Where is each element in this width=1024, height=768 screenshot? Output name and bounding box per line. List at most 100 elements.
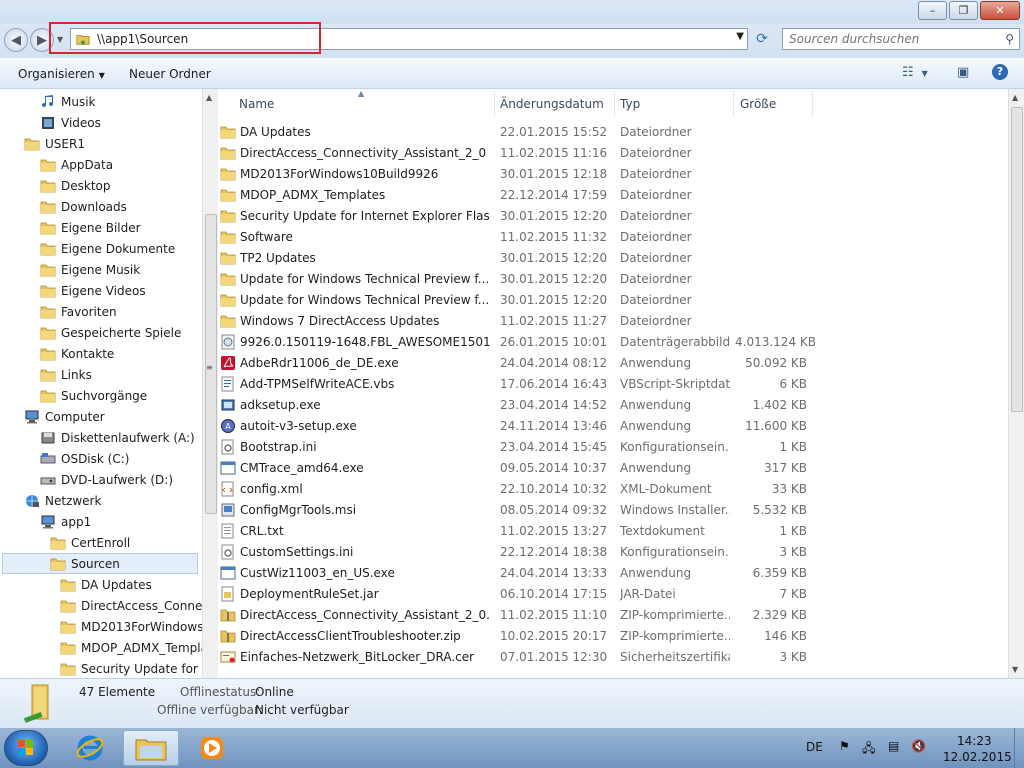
refresh-button[interactable]: ⟳ [751, 28, 773, 50]
file-type: Datenträgerabbild... [620, 335, 730, 349]
file-row[interactable]: CRL.txt 11.02.2015 13:27 Textdokument 1 KB [218, 521, 1008, 542]
organize-button[interactable]: Organisieren ▼ [18, 67, 105, 81]
show-desktop-button[interactable] [1014, 728, 1024, 768]
column-header-type[interactable]: Typ [620, 97, 640, 117]
scroll-up-icon[interactable]: ▲ [1012, 93, 1018, 102]
file-list-scroll-thumb[interactable] [1011, 107, 1023, 412]
search-icon[interactable]: ⚲ [1005, 32, 1014, 46]
navigation-scrollbar[interactable]: ▲ ≡ [202, 89, 218, 678]
file-row[interactable]: config.xml 22.10.2014 10:32 XML-Dokument 33… [218, 479, 1008, 500]
column-divider[interactable] [494, 91, 495, 117]
nav-item[interactable]: Eigene Bilder [40, 217, 141, 238]
scroll-down-icon[interactable]: ▼ [1012, 665, 1018, 674]
nav-item[interactable]: Security Update for Inte [60, 658, 202, 678]
taskbar-explorer[interactable] [123, 730, 179, 766]
nav-item[interactable]: Suchvorgänge [40, 385, 147, 406]
nav-item[interactable]: Videos [40, 112, 101, 133]
volume-muted-icon[interactable]: 🔇 [911, 739, 926, 753]
nav-item[interactable]: Favoriten [40, 301, 117, 322]
file-row[interactable]: Aautoit-v3-setup.exe 24.11.2014 13:46 Anwe… [218, 416, 1008, 437]
file-row[interactable]: Update for Windows Technical Preview f..… [218, 290, 1008, 311]
language-indicator[interactable]: DE [806, 740, 823, 754]
preview-pane-button[interactable]: ▣ [957, 65, 969, 80]
file-row[interactable]: MD2013ForWindows10Build9926 30.01.2015 12… [218, 164, 1008, 185]
nav-item-label: Eigene Bilder [61, 220, 141, 235]
file-row[interactable]: Update for Windows Technical Preview f..… [218, 269, 1008, 290]
file-row[interactable]: AdbeRdr11006_de_DE.exe 24.04.2014 08:12 An… [218, 353, 1008, 374]
file-row[interactable]: Add-TPMSelfWriteACE.vbs 17.06.2014 16:43 V… [218, 374, 1008, 395]
nav-item-label: DirectAccess_Connecti [81, 598, 202, 613]
file-row[interactable]: CustomSettings.ini 22.12.2014 18:38 Konfig… [218, 542, 1008, 563]
file-row[interactable]: Einfaches-Netzwerk_BitLocker_DRA.cer 07.0… [218, 647, 1008, 668]
start-button[interactable] [4, 730, 48, 766]
nav-item[interactable]: MDOP_ADMX_Templat [60, 637, 202, 658]
search-input[interactable] [789, 32, 989, 46]
nav-item[interactable]: OSDisk (C:) [40, 448, 129, 469]
file-row[interactable]: Security Update for Internet Explorer Fl… [218, 206, 1008, 227]
file-row[interactable]: DA Updates 22.01.2015 15:52 Dateiordner [218, 122, 1008, 143]
nav-item[interactable]: CertEnroll [50, 532, 130, 553]
back-button[interactable]: ◀ [4, 28, 28, 52]
scroll-up-icon[interactable]: ▲ [206, 93, 212, 102]
nav-item[interactable]: Kontakte [40, 343, 114, 364]
file-row[interactable]: adksetup.exe 23.04.2014 14:52 Anwendung 1.4… [218, 395, 1008, 416]
column-divider[interactable] [812, 91, 813, 117]
nav-item[interactable]: Eigene Musik [40, 259, 140, 280]
nav-item[interactable]: Musik [40, 91, 96, 112]
file-row[interactable]: MDOP_ADMX_Templates 22.12.2014 17:59 Datei… [218, 185, 1008, 206]
file-row[interactable]: 9926.0.150119-1648.FBL_AWESOME1501_... 26… [218, 332, 1008, 353]
nav-item[interactable]: Eigene Dokumente [40, 238, 175, 259]
column-header-name[interactable]: Name [239, 97, 274, 117]
file-type: Textdokument [620, 524, 705, 538]
file-row[interactable]: Bootstrap.ini 23.04.2014 15:45 Konfigurati… [218, 437, 1008, 458]
clock-date[interactable]: 12.02.2015 [943, 750, 1012, 764]
nav-item[interactable]: AppData [40, 154, 113, 175]
clock-time[interactable]: 14:23 [957, 734, 992, 748]
file-row[interactable]: DirectAccess_Connectivity_Assistant_2_0.… [218, 605, 1008, 626]
nav-item[interactable]: USER1 [24, 133, 85, 154]
file-row[interactable]: DirectAccessClientTroubleshooter.zip 10.0… [218, 626, 1008, 647]
file-row[interactable]: CustWiz11003_en_US.exe 24.04.2014 13:33 An… [218, 563, 1008, 584]
file-type: Anwendung [620, 461, 692, 475]
nav-item[interactable]: Links [40, 364, 92, 385]
nav-item[interactable]: Gespeicherte Spiele [40, 322, 181, 343]
nav-item-label: Eigene Videos [61, 283, 146, 298]
file-row[interactable]: DirectAccess_Connectivity_Assistant_2_0 1… [218, 143, 1008, 164]
nav-item[interactable]: Eigene Videos [40, 280, 146, 301]
new-folder-button[interactable]: Neuer Ordner [129, 67, 211, 81]
view-options-button[interactable]: ☷ ▼ [902, 65, 928, 80]
file-row[interactable]: Windows 7 DirectAccess Updates 11.02.2015… [218, 311, 1008, 332]
minimize-button[interactable]: – [918, 1, 947, 20]
nav-item[interactable]: DA Updates [60, 574, 152, 595]
network-status-icon[interactable]: 🖧 [862, 739, 875, 760]
action-center-icon[interactable]: ⚑ [839, 739, 850, 753]
nav-item[interactable]: Sourcen [2, 553, 198, 574]
nav-item[interactable]: MD2013ForWindows10 [60, 616, 202, 637]
address-dropdown-icon[interactable]: ▼ [736, 31, 744, 42]
nav-item[interactable]: DVD-Laufwerk (D:) [40, 469, 173, 490]
file-row[interactable]: ConfigMgrTools.msi 08.05.2014 09:32 Window… [218, 500, 1008, 521]
help-button[interactable]: ? [992, 64, 1008, 80]
nav-item[interactable]: Desktop [40, 175, 111, 196]
search-field[interactable]: ⚲ [782, 28, 1020, 50]
column-divider[interactable] [614, 91, 615, 117]
maximize-button[interactable]: ❐ [949, 1, 978, 20]
device-icon[interactable]: ▤ [888, 739, 899, 753]
nav-item[interactable]: DirectAccess_Connecti [60, 595, 202, 616]
file-list-scrollbar[interactable]: ▲ ▼ [1008, 89, 1024, 678]
file-row[interactable]: TP2 Updates 30.01.2015 12:20 Dateiordner [218, 248, 1008, 269]
nav-item[interactable]: Computer [24, 406, 105, 427]
column-header-date[interactable]: Änderungsdatum [500, 97, 604, 117]
column-header-size[interactable]: Größe [740, 97, 776, 117]
close-button[interactable]: ✕ [980, 1, 1020, 20]
taskbar-media-player[interactable] [186, 730, 238, 766]
file-row[interactable]: DeploymentRuleSet.jar 06.10.2014 17:15 JAR… [218, 584, 1008, 605]
taskbar-internet-explorer[interactable] [64, 730, 116, 766]
nav-item[interactable]: Netzwerk [24, 490, 101, 511]
nav-item[interactable]: Diskettenlaufwerk (A:) [40, 427, 195, 448]
nav-item[interactable]: app1 [40, 511, 91, 532]
nav-item[interactable]: Downloads [40, 196, 127, 217]
file-row[interactable]: CMTrace_amd64.exe 09.05.2014 10:37 Anwendu… [218, 458, 1008, 479]
file-row[interactable]: Software 11.02.2015 11:32 Dateiordner [218, 227, 1008, 248]
column-divider[interactable] [733, 91, 734, 117]
